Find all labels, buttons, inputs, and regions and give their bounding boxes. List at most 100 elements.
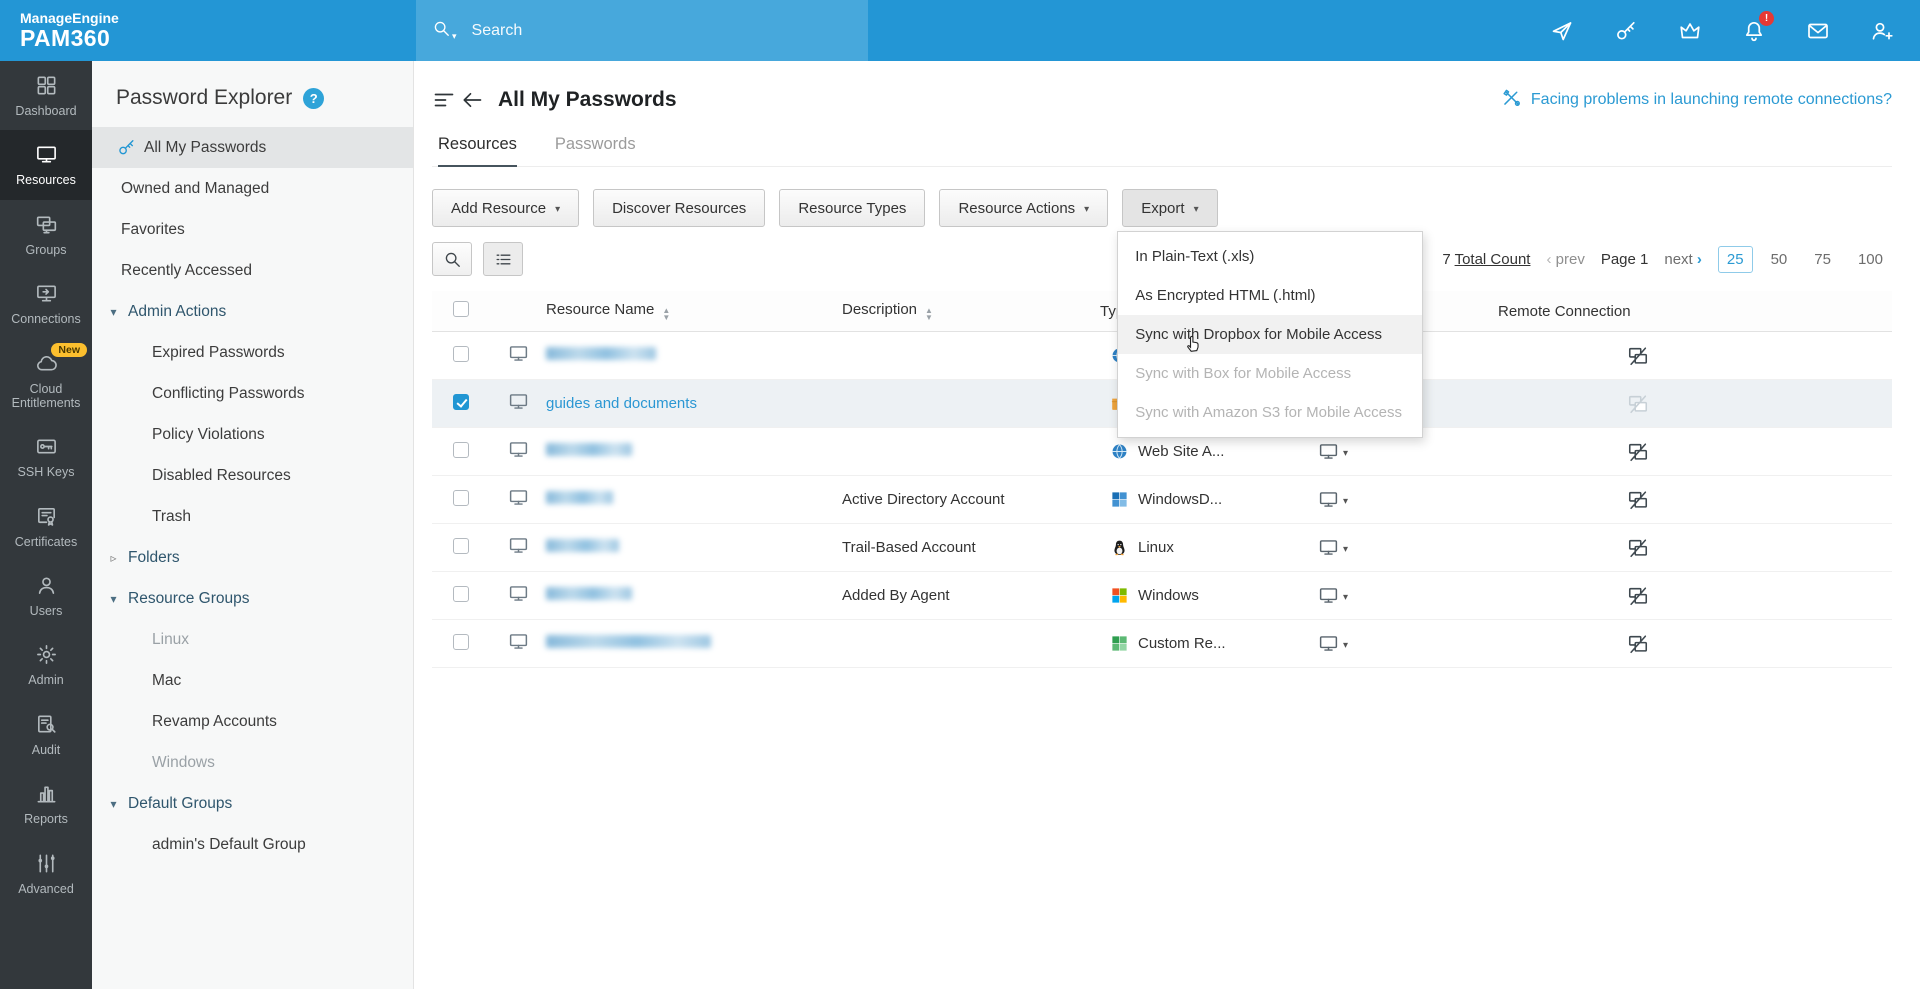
nav-item-dashboard[interactable]: Dashboard: [0, 61, 92, 130]
explorer-item-windows[interactable]: Windows: [92, 742, 413, 783]
nav-item-reports[interactable]: Reports: [0, 769, 92, 838]
export-button[interactable]: Export▾In Plain-Text (.xls)As Encrypted …: [1122, 189, 1217, 227]
redacted-resource-name[interactable]: [546, 635, 711, 648]
collapse-panel-button[interactable]: [432, 88, 456, 112]
sort-arrows-icon[interactable]: ▲▼: [662, 307, 670, 321]
collapse-triangle-icon[interactable]: ▾: [107, 305, 120, 319]
select-all-checkbox[interactable]: [453, 301, 469, 317]
remote-connection-help-link[interactable]: Facing problems in launching remote conn…: [1501, 87, 1892, 113]
explorer-item-resource-groups[interactable]: ▾Resource Groups: [92, 578, 413, 619]
redacted-resource-name[interactable]: [546, 443, 632, 456]
feedback-icon[interactable]: [1806, 19, 1830, 43]
explorer-item-revamp-accounts[interactable]: Revamp Accounts: [92, 701, 413, 742]
connection-type-dropdown[interactable]: ▾: [1296, 633, 1498, 654]
row-checkbox[interactable]: [453, 538, 469, 554]
row-checkbox[interactable]: [453, 346, 469, 362]
total-count-link[interactable]: Total Count: [1455, 251, 1531, 268]
remote-icon[interactable]: [1627, 393, 1649, 415]
remote-icon[interactable]: [1627, 537, 1649, 559]
nav-item-admin[interactable]: Admin: [0, 630, 92, 699]
tab-passwords[interactable]: Passwords: [555, 135, 636, 166]
current-page-label: Page 1: [1601, 251, 1649, 268]
notifications-icon[interactable]: !: [1742, 19, 1766, 43]
next-page-button[interactable]: next ›: [1664, 251, 1702, 268]
explorer-item-favorites[interactable]: Favorites: [92, 209, 413, 250]
discover-resources-button[interactable]: Discover Resources: [593, 189, 765, 227]
connection-type-dropdown[interactable]: ▾: [1296, 537, 1498, 558]
explorer-item-policy-violations[interactable]: Policy Violations: [92, 414, 413, 455]
page-size-100[interactable]: 100: [1849, 246, 1892, 273]
row-checkbox[interactable]: [453, 394, 469, 410]
nav-item-users[interactable]: Users: [0, 561, 92, 630]
prev-page-button[interactable]: ‹ prev: [1546, 251, 1584, 268]
remote-icon[interactable]: [1627, 345, 1649, 367]
remote-icon[interactable]: [1627, 441, 1649, 463]
redacted-resource-name[interactable]: [546, 491, 613, 504]
collapse-triangle-icon[interactable]: ▾: [107, 592, 120, 606]
tab-resources[interactable]: Resources: [438, 135, 517, 167]
connection-type-dropdown[interactable]: ▾: [1296, 441, 1498, 462]
explorer-item-mac[interactable]: Mac: [92, 660, 413, 701]
explorer-item-conflicting-passwords[interactable]: Conflicting Passwords: [92, 373, 413, 414]
explorer-item-folders[interactable]: ▹Folders: [92, 537, 413, 578]
page-size-50[interactable]: 50: [1762, 246, 1797, 273]
resource-types-button[interactable]: Resource Types: [779, 189, 925, 227]
list-view-button[interactable]: [483, 242, 523, 276]
nav-item-audit[interactable]: Audit: [0, 700, 92, 769]
resource-actions-button[interactable]: Resource Actions▾: [939, 189, 1108, 227]
column-header-description[interactable]: Description: [842, 301, 917, 318]
help-icon[interactable]: ?: [303, 88, 324, 109]
column-header-resource-name[interactable]: Resource Name: [546, 301, 654, 318]
row-checkbox[interactable]: [453, 442, 469, 458]
row-checkbox[interactable]: [453, 586, 469, 602]
redacted-resource-name[interactable]: [546, 347, 656, 360]
export-menu-item-in-plain-text-xls[interactable]: In Plain-Text (.xls): [1118, 237, 1422, 276]
remote-icon[interactable]: [1627, 633, 1649, 655]
explorer-item-disabled-resources[interactable]: Disabled Resources: [92, 455, 413, 496]
connection-type-dropdown[interactable]: ▾: [1296, 585, 1498, 606]
nav-item-advanced[interactable]: Advanced: [0, 839, 92, 908]
nav-item-cloud-entitlements[interactable]: NewCloud Entitlements: [0, 339, 92, 423]
brand-logo[interactable]: ManageEngine PAM360: [0, 11, 119, 50]
add-resource-button[interactable]: Add Resource▾: [432, 189, 579, 227]
sort-arrows-icon[interactable]: ▲▼: [925, 307, 933, 321]
remote-icon[interactable]: [1627, 585, 1649, 607]
explorer-item-admin-actions[interactable]: ▾Admin Actions: [92, 291, 413, 332]
nav-item-certificates[interactable]: Certificates: [0, 492, 92, 561]
nav-item-groups[interactable]: Groups: [0, 200, 92, 269]
export-menu-item-sync-with-dropbox-for-mobile-access[interactable]: Sync with Dropbox for Mobile Access: [1118, 315, 1422, 354]
resource-name-link[interactable]: guides and documents: [546, 395, 697, 412]
explorer-item-owned-and-managed[interactable]: Owned and Managed: [92, 168, 413, 209]
page-size-25[interactable]: 25: [1718, 246, 1753, 273]
redacted-resource-name[interactable]: [546, 539, 619, 552]
collapse-triangle-icon[interactable]: ▾: [107, 797, 120, 811]
menu-item-label: Sync with Box for Mobile Access: [1135, 365, 1351, 382]
explorer-item-admin-s-default-group[interactable]: admin's Default Group: [92, 824, 413, 865]
explorer-item-expired-passwords[interactable]: Expired Passwords: [92, 332, 413, 373]
table-search-button[interactable]: [432, 242, 472, 276]
back-arrow-button[interactable]: [460, 88, 484, 112]
explorer-item-default-groups[interactable]: ▾Default Groups: [92, 783, 413, 824]
nav-item-connections[interactable]: Connections: [0, 269, 92, 338]
explorer-item-trash[interactable]: Trash: [92, 496, 413, 537]
search-scope-control[interactable]: ▾: [432, 19, 457, 43]
redacted-resource-name[interactable]: [546, 587, 632, 600]
password-request-icon[interactable]: [1614, 19, 1638, 43]
launch-remote-icon[interactable]: [1550, 19, 1574, 43]
explorer-item-linux[interactable]: Linux: [92, 619, 413, 660]
license-icon[interactable]: [1678, 19, 1702, 43]
export-menu-item-sync-with-amazon-s3-for-mobile-access: Sync with Amazon S3 for Mobile Access: [1118, 393, 1422, 432]
nav-item-resources[interactable]: Resources: [0, 130, 92, 199]
connection-type-dropdown[interactable]: ▾: [1296, 489, 1498, 510]
explorer-item-recently-accessed[interactable]: Recently Accessed: [92, 250, 413, 291]
remote-icon[interactable]: [1627, 489, 1649, 511]
expand-triangle-icon[interactable]: ▹: [107, 551, 120, 565]
row-checkbox[interactable]: [453, 490, 469, 506]
nav-item-ssh-keys[interactable]: SSH Keys: [0, 422, 92, 491]
search-input[interactable]: [470, 21, 852, 41]
export-menu-item-as-encrypted-html-html[interactable]: As Encrypted HTML (.html): [1118, 276, 1422, 315]
page-size-75[interactable]: 75: [1805, 246, 1840, 273]
explorer-item-all-my-passwords[interactable]: All My Passwords: [92, 127, 413, 168]
user-admin-icon[interactable]: [1870, 19, 1894, 43]
row-checkbox[interactable]: [453, 634, 469, 650]
